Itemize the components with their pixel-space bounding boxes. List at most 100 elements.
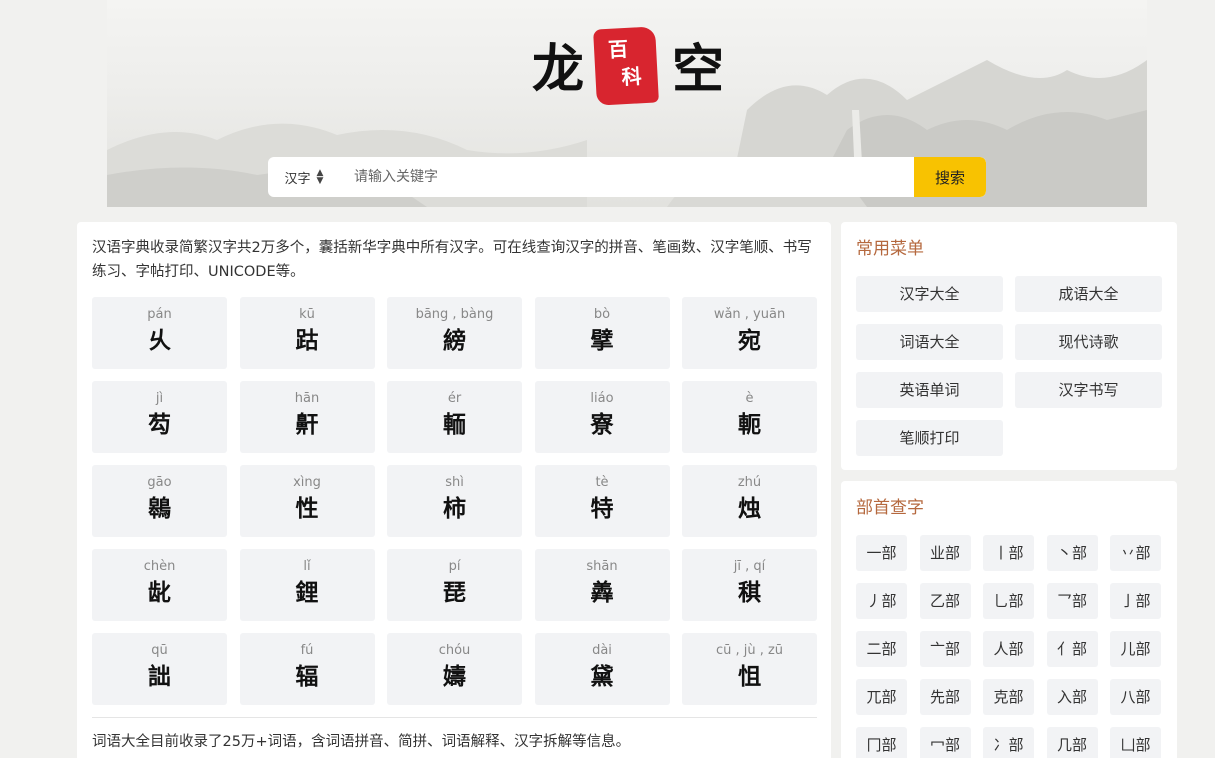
radical-item[interactable]: 亅部 [1110, 583, 1161, 619]
character-pinyin: ér [447, 391, 462, 406]
radical-item[interactable]: 乛部 [1046, 583, 1098, 619]
search-type-label: 汉字 [284, 171, 311, 187]
common-menu-list: 汉字大全 成语大全 词语大全 现代诗歌 英语单词 汉字书写 笔顺打印 [856, 276, 1162, 456]
character-card[interactable]: hān 鼾 [239, 381, 375, 453]
character-glyph: 柿 [443, 495, 466, 522]
search-bar: 汉字 ▲▼ 搜索 [268, 157, 986, 197]
character-card[interactable]: jì 芶 [92, 381, 227, 453]
character-card[interactable]: xìng 性 [239, 465, 375, 537]
character-pinyin: lǐ [303, 559, 311, 574]
character-glyph: 黛 [590, 663, 614, 690]
character-card[interactable]: shān 羴 [534, 549, 670, 621]
character-glyph: 烛 [738, 495, 761, 522]
character-card[interactable]: kū 跍 [239, 297, 375, 369]
character-pinyin: chèn [143, 559, 176, 574]
radical-item[interactable]: 冫部 [983, 727, 1034, 758]
character-card[interactable]: gāo 鷎 [92, 465, 227, 537]
character-pinyin: pí [448, 559, 461, 574]
radical-item[interactable]: 一部 [856, 535, 907, 571]
radical-item[interactable]: 亻部 [1046, 631, 1098, 667]
character-card[interactable]: chóu 嬦 [387, 633, 522, 705]
character-card[interactable]: liáo 寮 [534, 381, 670, 453]
site-logo[interactable]: 龙 百 科 空 [530, 26, 725, 108]
common-menu-title: 常用菜单 [856, 239, 924, 259]
menu-item[interactable]: 成语大全 [1015, 276, 1162, 312]
character-card[interactable]: dài 黛 [534, 633, 670, 705]
radical-item[interactable]: 儿部 [1110, 631, 1161, 667]
radical-item[interactable]: 乙部 [919, 583, 971, 619]
section-divider [92, 717, 817, 718]
logo-seal: 百 科 [593, 26, 659, 106]
character-glyph: 怚 [738, 663, 761, 690]
character-card[interactable]: ér 輀 [387, 381, 522, 453]
character-card[interactable]: bò 擘 [534, 297, 670, 369]
radical-item[interactable]: 丶部 [1046, 535, 1098, 571]
character-card[interactable]: fú 辐 [239, 633, 375, 705]
menu-item[interactable]: 汉字书写 [1015, 372, 1162, 408]
character-pinyin: kū [299, 307, 315, 322]
character-glyph: 龀 [148, 579, 171, 606]
character-glyph: 跍 [295, 327, 319, 354]
search-button[interactable]: 搜索 [914, 157, 986, 197]
character-glyph: 鷎 [148, 495, 171, 522]
radical-item[interactable]: 业部 [919, 535, 971, 571]
logo-seal-bottom: 科 [620, 64, 643, 90]
character-card[interactable]: cū , jù , zū 怚 [682, 633, 817, 705]
character-card[interactable]: shì 柿 [387, 465, 522, 537]
radical-item[interactable]: 几部 [1046, 727, 1098, 758]
character-glyph: 寮 [590, 411, 614, 438]
character-glyph: 鋰 [295, 579, 319, 606]
character-card[interactable]: è軛 [682, 381, 817, 453]
radical-item[interactable]: 乚部 [983, 583, 1034, 619]
menu-item[interactable]: 笔顺打印 [856, 420, 1003, 456]
radical-item[interactable]: 丷部 [1110, 535, 1161, 571]
menu-item[interactable]: 词语大全 [856, 324, 1003, 360]
radical-item[interactable]: 人部 [983, 631, 1034, 667]
character-card[interactable]: bāng , bàng 縍 [387, 297, 522, 369]
radical-item[interactable]: 八部 [1110, 679, 1161, 715]
radical-item[interactable]: 先部 [919, 679, 971, 715]
character-glyph: 特 [590, 495, 614, 522]
character-card[interactable]: qū 詘 [92, 633, 227, 705]
character-glyph: 縍 [443, 327, 466, 354]
character-card[interactable]: pán 乆 [92, 297, 227, 369]
character-pinyin: wǎn , yuān [713, 307, 786, 322]
character-pinyin: pán [147, 307, 172, 322]
character-pinyin: dài [592, 643, 612, 658]
radical-item[interactable]: 丿部 [856, 583, 907, 619]
radical-item[interactable]: 凵部 [1110, 727, 1161, 758]
character-glyph: 芶 [148, 411, 171, 438]
radical-item[interactable]: 二部 [856, 631, 907, 667]
radical-item[interactable]: 丨部 [983, 535, 1034, 571]
character-card[interactable]: wǎn , yuān 宛 [682, 297, 817, 369]
character-glyph: 詘 [148, 663, 171, 690]
search-input[interactable] [340, 157, 914, 197]
character-pinyin: fú [300, 643, 314, 658]
character-pinyin: chóu [438, 643, 471, 658]
radical-item[interactable]: 冂部 [856, 727, 907, 758]
character-glyph: 輀 [443, 411, 466, 438]
character-pinyin: bāng , bàng [415, 307, 494, 322]
radical-item[interactable]: 克部 [983, 679, 1034, 715]
character-card[interactable]: chèn 龀 [92, 549, 227, 621]
radical-lookup-title: 部首查字 [856, 498, 924, 518]
character-glyph: 軛 [738, 411, 761, 438]
character-pinyin: gāo [147, 475, 172, 490]
menu-item[interactable]: 汉字大全 [856, 276, 1003, 312]
search-type-select[interactable]: 汉字 ▲ ▼ [268, 157, 340, 197]
menu-item[interactable]: 现代诗歌 [1015, 324, 1162, 360]
menu-item[interactable]: 英语单词 [856, 372, 1003, 408]
radical-item[interactable]: 冖部 [919, 727, 971, 758]
character-card[interactable]: jī , qí 稘 [682, 549, 817, 621]
sort-arrows-icon: ▲ ▼ [316, 168, 324, 186]
character-card[interactable]: lǐ 鋰 [239, 549, 375, 621]
radical-item[interactable]: 入部 [1046, 679, 1098, 715]
character-card[interactable]: zhú 烛 [682, 465, 817, 537]
character-card[interactable]: pí 琵 [387, 549, 522, 621]
character-pinyin: liáo [590, 391, 614, 406]
radical-item[interactable]: 亠部 [919, 631, 971, 667]
character-pinyin: bò [593, 307, 611, 322]
radical-item[interactable]: 兀部 [856, 679, 907, 715]
character-card[interactable]: tè 特 [534, 465, 670, 537]
character-glyph: 嬦 [443, 663, 466, 690]
